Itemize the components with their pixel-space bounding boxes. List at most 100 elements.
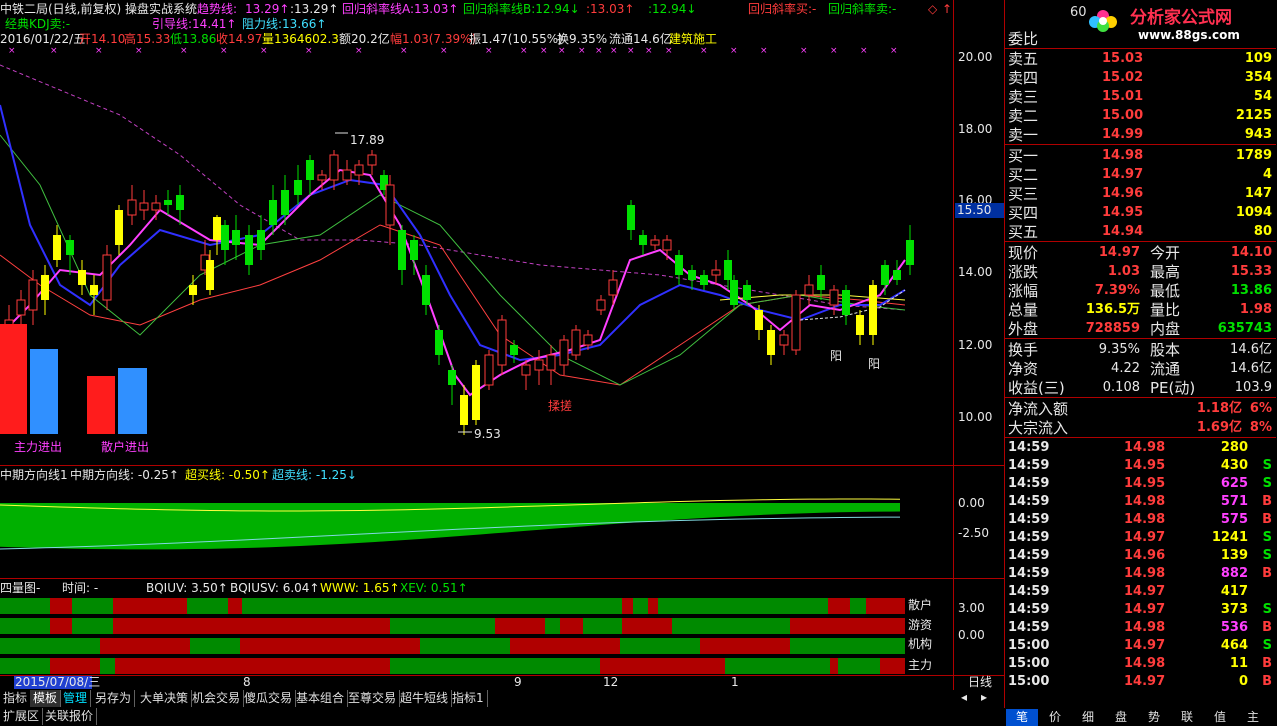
candle-body[interactable] [842, 290, 850, 315]
candle-body[interactable] [329, 154, 339, 181]
candle-body[interactable] [28, 279, 38, 311]
candle-body[interactable] [472, 365, 480, 420]
tab-3[interactable]: 另存为 [92, 690, 136, 707]
bid-row[interactable]: 买三 14.96 147 [1006, 185, 1276, 203]
candle-body[interactable] [410, 240, 418, 260]
bid-row[interactable]: 买二 14.97 4 [1006, 166, 1276, 184]
candle-body[interactable] [66, 240, 74, 255]
bid-row[interactable]: 买一 14.98 1789 [1006, 147, 1276, 165]
candle-body[interactable] [232, 230, 240, 245]
candle-body[interactable] [583, 334, 593, 346]
ask-row[interactable]: 卖四 15.02 354 [1006, 69, 1276, 87]
arrow-up-icon[interactable]: ↑ [942, 2, 952, 16]
ask-row[interactable]: 卖一 14.99 943 [1006, 126, 1276, 144]
candle-body[interactable] [906, 240, 914, 265]
candle-body[interactable] [294, 180, 302, 195]
candle-body[interactable] [281, 190, 289, 215]
candle-body[interactable] [342, 169, 352, 181]
candle-body[interactable] [817, 275, 825, 290]
candle-body[interactable] [700, 275, 708, 285]
candle-body[interactable] [448, 370, 456, 385]
ask-row[interactable]: 卖二 15.00 2125 [1006, 107, 1276, 125]
candle-body[interactable] [627, 205, 635, 230]
candle-body[interactable] [675, 255, 683, 275]
period-label[interactable]: 日线 [968, 675, 992, 689]
candle-body[interactable] [139, 202, 149, 211]
tab-4[interactable]: 大单决策 [137, 690, 193, 707]
candle-body[interactable] [869, 285, 877, 335]
ask-row[interactable]: 卖三 15.01 54 [1006, 88, 1276, 106]
candle-body[interactable] [767, 330, 775, 355]
candle-body[interactable] [559, 339, 569, 366]
tab-10[interactable]: 指标1 [449, 690, 488, 707]
tab-related-quote[interactable]: 关联报价 [42, 708, 98, 725]
candle-body[interactable] [306, 160, 314, 180]
candle-body[interactable] [893, 270, 901, 280]
date-selector[interactable]: 2015/07/08/三 [14, 675, 100, 689]
diamond-icon[interactable]: ◇ [928, 2, 937, 16]
candle-body[interactable] [829, 289, 839, 306]
candle-body[interactable] [367, 154, 377, 166]
candle-body[interactable] [164, 200, 172, 205]
sub1-chart[interactable] [0, 483, 953, 578]
candle-body[interactable] [881, 265, 889, 285]
tab-9[interactable]: 超牛短线 [397, 690, 453, 707]
candle-body[interactable] [662, 239, 672, 251]
main-chart[interactable]: × × × × × × × × × × × × × × × × × × × × × × × × × × × × [0, 45, 953, 465]
candle-body[interactable] [102, 254, 112, 301]
candle-body[interactable] [460, 395, 468, 425]
candle-body[interactable] [856, 315, 864, 335]
candle-body[interactable] [730, 280, 738, 305]
candle-body[interactable] [221, 225, 229, 250]
candle-body[interactable] [650, 239, 660, 246]
candle-body[interactable] [724, 260, 732, 280]
candle-body[interactable] [639, 235, 647, 245]
candle-body[interactable] [779, 334, 789, 346]
candle-body[interactable] [78, 270, 86, 285]
candle-body[interactable] [176, 195, 184, 210]
right-tab-5[interactable]: 联 [1171, 709, 1203, 726]
tab-5[interactable]: 机会交易 [189, 690, 245, 707]
candle-body[interactable] [151, 202, 161, 211]
scroll-left-button[interactable]: ◂ [961, 690, 967, 704]
candle-body[interactable] [317, 174, 327, 181]
tab-expand[interactable]: 扩展区 [0, 708, 44, 725]
candle-body[interactable] [53, 235, 61, 260]
candle-body[interactable] [90, 285, 98, 295]
candle-body[interactable] [484, 354, 494, 386]
ask-row[interactable]: 卖五 15.03 109 [1006, 50, 1276, 68]
right-tab-7[interactable]: 主 [1237, 709, 1269, 726]
candle-body[interactable] [711, 269, 721, 276]
candle-body[interactable] [571, 329, 581, 356]
tab-1[interactable]: 模板 [30, 690, 62, 707]
candle-body[interactable] [743, 285, 751, 300]
candle-body[interactable] [688, 270, 696, 280]
candle-body[interactable] [755, 310, 763, 330]
candle-body[interactable] [546, 354, 556, 371]
candle-body[interactable] [422, 275, 430, 305]
candle-body[interactable] [804, 284, 814, 296]
candle-body[interactable] [596, 299, 606, 311]
candle-body[interactable] [521, 364, 531, 376]
tab-8[interactable]: 至尊交易 [345, 690, 401, 707]
right-tab-3[interactable]: 盘 [1105, 709, 1137, 726]
candle-body[interactable] [189, 285, 197, 295]
candle-body[interactable] [510, 345, 518, 355]
candle-body[interactable] [41, 275, 49, 300]
candle-body[interactable] [497, 319, 507, 366]
tab-7[interactable]: 基本组合 [293, 690, 349, 707]
candle-body[interactable] [213, 217, 221, 240]
candle-body[interactable] [354, 164, 364, 176]
tab-0[interactable]: 指标 [0, 690, 32, 707]
candle-body[interactable] [608, 279, 618, 296]
candle-body[interactable] [257, 230, 265, 250]
right-tab-6[interactable]: 值 [1204, 709, 1236, 726]
right-tab-2[interactable]: 细 [1072, 709, 1104, 726]
candle-body[interactable] [385, 184, 395, 226]
scroll-right-button[interactable]: ▸ [981, 690, 987, 704]
candle-body[interactable] [16, 299, 26, 316]
right-tab-1[interactable]: 价 [1039, 709, 1071, 726]
candle-body[interactable] [269, 200, 277, 225]
candle-body[interactable] [534, 359, 544, 371]
right-tab-0[interactable]: 笔 [1006, 709, 1038, 726]
